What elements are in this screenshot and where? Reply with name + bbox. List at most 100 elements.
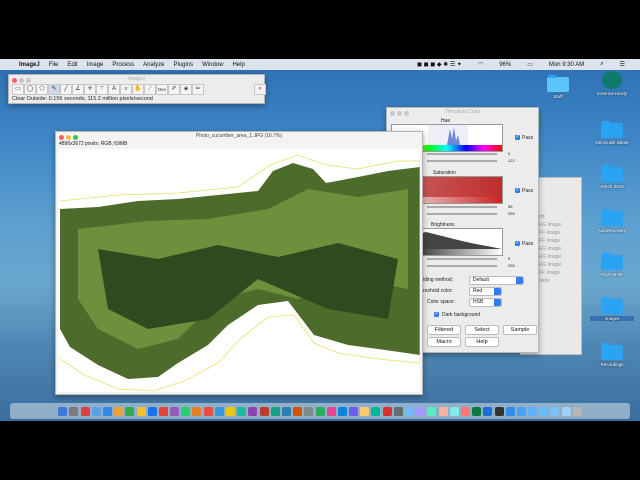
tool-point-icon[interactable]: ✛: [84, 84, 96, 95]
tool-more-icon[interactable]: »: [254, 84, 266, 95]
brightness-min-slider[interactable]: [427, 258, 497, 260]
hue-pass-checkbox[interactable]: ✓: [515, 135, 520, 140]
desktop-icon-stuff[interactable]: Stuff: [546, 75, 570, 99]
file-list-item[interactable]: EG image: [539, 254, 561, 260]
dock-app-icon[interactable]: [304, 406, 314, 416]
macro-button[interactable]: Macro: [427, 337, 461, 347]
menu-analyze[interactable]: Analyze: [143, 62, 164, 68]
dock-app-icon[interactable]: [326, 406, 336, 416]
menu-window[interactable]: Window: [202, 62, 223, 68]
desktop-icon-figs[interactable]: Figs 05-08: [600, 253, 624, 277]
battery-percent[interactable]: 96%: [499, 62, 511, 68]
file-list-item[interactable]: FF image: [539, 230, 560, 236]
desktop-icon-recordings[interactable]: Recordings: [600, 343, 624, 367]
dock-app-icon[interactable]: [337, 406, 347, 416]
dock-app-icon[interactable]: [416, 406, 426, 416]
dock-app-icon[interactable]: [203, 406, 213, 416]
tool-brush-icon[interactable]: ✐: [168, 84, 180, 95]
tool-magnifier-icon[interactable]: ⌕: [120, 84, 132, 95]
dock-app-icon[interactable]: [147, 406, 157, 416]
tool-dev-icon[interactable]: Dev: [156, 84, 168, 95]
dock-app-icon[interactable]: [349, 406, 359, 416]
menu-plugins[interactable]: Plugins: [173, 62, 193, 68]
dock-app-icon[interactable]: [550, 406, 560, 416]
dock-app-icon[interactable]: [494, 406, 504, 416]
dark-background-checkbox[interactable]: ✓: [434, 312, 439, 317]
brightness-pass-checkbox[interactable]: ✓: [515, 241, 520, 246]
menu-help[interactable]: Help: [232, 62, 244, 68]
dock-app-icon[interactable]: [438, 406, 448, 416]
help-button[interactable]: Help: [465, 337, 499, 347]
threshold-color-select[interactable]: Red: [469, 287, 502, 296]
hue-max-slider[interactable]: [427, 160, 497, 162]
desktop-icon-images[interactable]: Images: [590, 297, 634, 321]
menu-app-name[interactable]: ImageJ: [19, 62, 40, 68]
image-canvas[interactable]: [58, 149, 420, 392]
dock-app-icon[interactable]: [80, 406, 90, 416]
tool-polygon-icon[interactable]: ⬠: [36, 84, 48, 95]
method-select[interactable]: Default: [469, 276, 524, 285]
dock-app-icon[interactable]: [158, 406, 168, 416]
dock-app-icon[interactable]: [472, 406, 482, 416]
control-center-icon[interactable]: ☰: [620, 61, 625, 68]
desktop-icon-nemcuktir[interactable]: Nemcuktir Bleae: [595, 121, 629, 145]
file-list-item[interactable]: FF image: [539, 238, 560, 244]
dock-app-icon[interactable]: [393, 406, 403, 416]
dock-app-icon[interactable]: [405, 406, 414, 416]
battery-icon[interactable]: ▭: [527, 61, 533, 68]
dock-app-icon[interactable]: [539, 406, 549, 416]
tool-oval-icon[interactable]: ◯: [24, 84, 36, 95]
file-list-item[interactable]: FF image: [539, 270, 560, 276]
sample-button[interactable]: Sample: [503, 325, 537, 335]
dock-app-icon[interactable]: [360, 406, 370, 416]
dock-app-icon[interactable]: [125, 406, 135, 416]
dock-app-icon[interactable]: [270, 406, 280, 416]
tool-flood-icon[interactable]: ◈: [180, 84, 192, 95]
dock-app-icon[interactable]: [281, 406, 291, 416]
tool-pencil-icon[interactable]: ✏: [192, 84, 204, 95]
tool-freehand-icon[interactable]: ✎: [48, 84, 60, 95]
clock[interactable]: Mon 9:30 AM: [549, 62, 584, 68]
tool-hand-icon[interactable]: ✋: [132, 84, 144, 95]
brightness-max-slider[interactable]: [427, 265, 497, 267]
saturation-min-slider[interactable]: [427, 206, 497, 208]
tool-line-icon[interactable]: ╱: [60, 84, 72, 95]
dock-app-icon[interactable]: [214, 406, 224, 416]
file-list-item[interactable]: EG image: [539, 246, 561, 252]
menu-image[interactable]: Image: [87, 62, 104, 68]
tool-angle-icon[interactable]: ∠: [72, 84, 84, 95]
saturation-pass-checkbox[interactable]: ✓: [515, 188, 520, 193]
dock-app-icon[interactable]: [58, 406, 68, 416]
dock-app-icon[interactable]: [170, 406, 180, 416]
select-button[interactable]: Select: [465, 325, 499, 335]
dock-app-icon[interactable]: [572, 406, 582, 416]
dock-app-icon[interactable]: [528, 406, 538, 416]
menu-process[interactable]: Process: [112, 62, 134, 68]
dock-app-icon[interactable]: [102, 406, 112, 416]
tool-wand-icon[interactable]: ⚚: [96, 84, 108, 95]
dock-app-icon[interactable]: [293, 406, 303, 416]
saturation-max-slider[interactable]: [427, 213, 497, 215]
wifi-icon[interactable]: ◠: [478, 61, 483, 68]
dock-app-icon[interactable]: [315, 406, 325, 416]
dock-app-icon[interactable]: [516, 406, 526, 416]
desktop-icon-autorecovery[interactable]: AutoRecovery: [598, 209, 626, 233]
dock-app-icon[interactable]: [427, 406, 437, 416]
tool-dropper-icon[interactable]: ⟋: [144, 84, 156, 95]
menu-file[interactable]: File: [49, 62, 59, 68]
search-icon[interactable]: ⌕: [600, 61, 603, 68]
dock-app-icon[interactable]: [69, 406, 79, 416]
dock-app-icon[interactable]: [460, 406, 470, 416]
dock-app-icon[interactable]: [382, 406, 392, 416]
dock-app-icon[interactable]: [505, 406, 515, 416]
hue-min-slider[interactable]: [427, 153, 497, 155]
dock-app-icon[interactable]: [483, 406, 493, 416]
status-icons[interactable]: ◼ ◼ ◼ ◆ ✱ ☰ ✦: [417, 61, 462, 68]
tool-rectangle-icon[interactable]: ▭: [12, 84, 24, 95]
dock-app-icon[interactable]: [181, 406, 191, 416]
dock-app-icon[interactable]: [237, 406, 247, 416]
dock-app-icon[interactable]: [192, 406, 202, 416]
filtered-button[interactable]: Filtered: [427, 325, 461, 335]
desktop-icon-ashs-2019[interactable]: ASHS 2019: [600, 165, 624, 189]
file-list-item[interactable]: older: [539, 278, 550, 284]
